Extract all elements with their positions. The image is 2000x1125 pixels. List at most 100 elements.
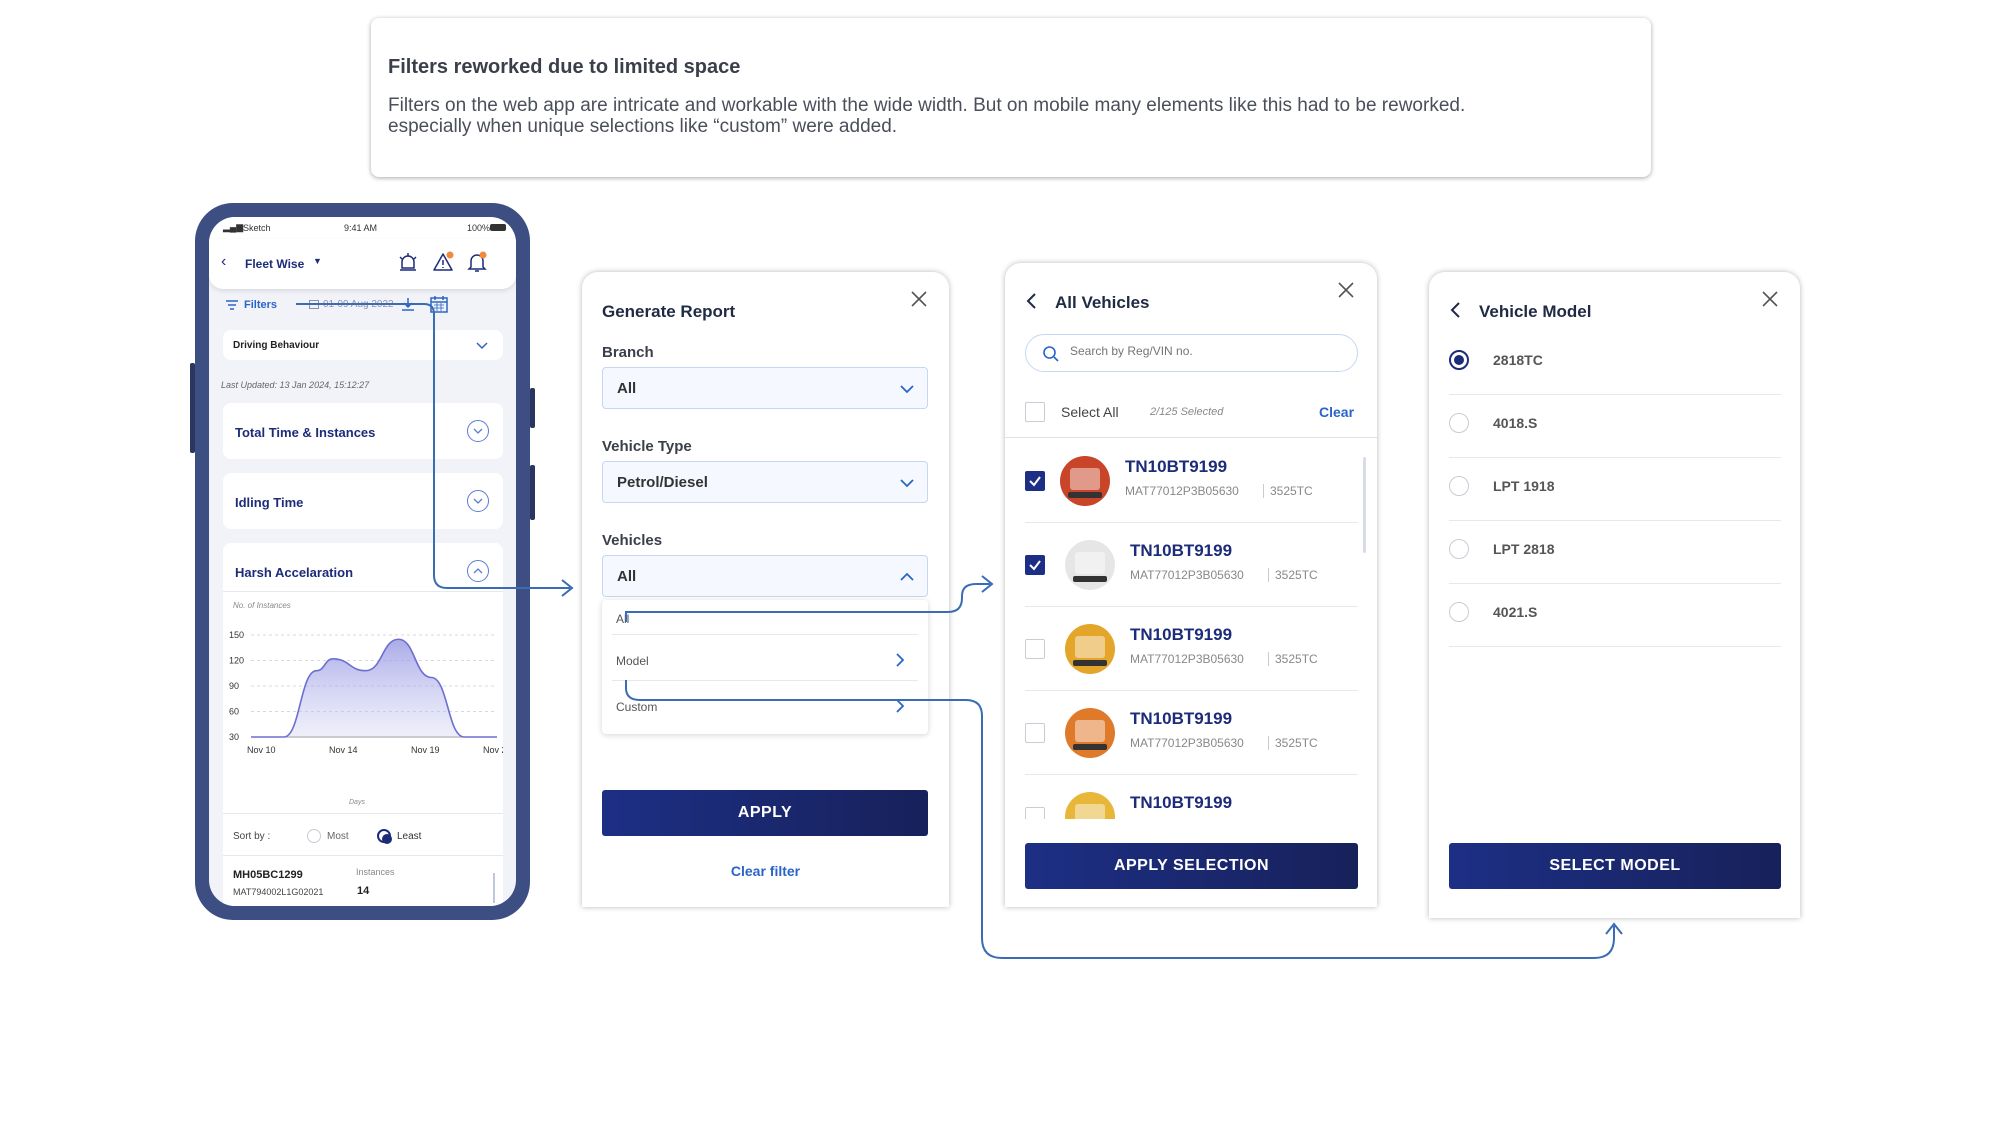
- download-icon[interactable]: [399, 295, 417, 313]
- search-icon: [1043, 346, 1059, 362]
- panel-title: All Vehicles: [1055, 293, 1150, 312]
- report-type-select[interactable]: Driving Behaviour: [223, 330, 503, 360]
- divider: [612, 680, 918, 681]
- vehicle-type-value: Petrol/Diesel: [617, 474, 708, 491]
- search-field[interactable]: [1025, 334, 1358, 372]
- model-radio[interactable]: [1449, 476, 1469, 496]
- branch-value: All: [617, 380, 637, 397]
- back-icon[interactable]: [1449, 300, 1463, 320]
- model-option[interactable]: LPT 1918: [1429, 458, 1800, 521]
- date-range: 01-09 Aug 2022: [323, 299, 394, 310]
- divider: [223, 591, 503, 592]
- clear-button[interactable]: Clear: [1319, 404, 1354, 420]
- vehicle-model: 3525TC: [1263, 484, 1313, 498]
- filter-lines-icon: [226, 300, 238, 310]
- chevron-down-icon: [900, 479, 914, 488]
- branch-select[interactable]: All: [602, 367, 928, 409]
- apply-button[interactable]: APPLY: [602, 790, 928, 836]
- divider: [1449, 646, 1781, 647]
- clear-filter-link[interactable]: Clear filter: [582, 863, 949, 879]
- siren-icon[interactable]: [397, 251, 419, 273]
- model-label: 4018.S: [1493, 415, 1538, 431]
- select-all-checkbox[interactable]: [1025, 402, 1045, 422]
- vehicle-reg: TN10BT9199: [1130, 709, 1233, 728]
- arrowhead: [1605, 922, 1623, 935]
- model-option[interactable]: 2818TC: [1429, 332, 1800, 395]
- app-title-dropdown[interactable]: Fleet Wise: [245, 257, 304, 271]
- model-option[interactable]: 4021.S: [1429, 584, 1800, 647]
- filters-button[interactable]: Filters: [244, 299, 277, 311]
- vehicle-row[interactable]: TN10BT9199 MAT77012P3B05630 3525TC: [1005, 523, 1377, 607]
- sort-label: Sort by :: [233, 831, 271, 842]
- close-icon[interactable]: [1759, 288, 1781, 310]
- vehicle-checkbox[interactable]: [1025, 555, 1045, 575]
- expand-icon[interactable]: [467, 420, 489, 442]
- chevron-right-icon: [896, 699, 905, 713]
- phone-side-button: [190, 363, 195, 453]
- scrollbar[interactable]: [1363, 457, 1366, 553]
- x-tick-label: Nov 10: [247, 745, 276, 755]
- select-model-button[interactable]: SELECT MODEL: [1449, 843, 1781, 889]
- close-icon[interactable]: [908, 288, 930, 310]
- vehicle-vin: MAT77012P3B05630: [1130, 736, 1244, 750]
- vehicle-row[interactable]: TN10BT9199 MAT77012P3B05630 3525TC: [1005, 439, 1377, 523]
- dropdown-option-all[interactable]: All: [616, 612, 629, 626]
- vehicle-type-select[interactable]: Petrol/Diesel: [602, 461, 928, 503]
- instances-label: Instances: [356, 867, 395, 877]
- vehicle-thumbnail: [1065, 708, 1115, 758]
- panel-title: Vehicle Model: [1479, 302, 1592, 321]
- vehicle-model: 3525TC: [1268, 736, 1318, 750]
- vehicle-model: 3525TC: [1268, 652, 1318, 666]
- model-radio[interactable]: [1449, 602, 1469, 622]
- vehicle-vin: MAT77012P3B05630: [1125, 484, 1239, 498]
- y-tick-label: 30: [229, 732, 239, 742]
- signal-icon: ▂▄▆: [223, 222, 244, 232]
- last-updated: Last Updated: 13 Jan 2024, 15:12:27: [221, 380, 370, 390]
- back-icon[interactable]: ‹: [221, 253, 226, 271]
- divider: [223, 855, 503, 856]
- section-idling-time[interactable]: Idling Time: [223, 473, 503, 529]
- expand-icon[interactable]: [467, 490, 489, 512]
- sort-most-radio[interactable]: [307, 829, 321, 843]
- apply-selection-button[interactable]: APPLY SELECTION: [1025, 843, 1358, 889]
- vehicle-reg: MH05BC1299: [233, 869, 303, 881]
- section-total-time[interactable]: Total Time & Instances: [223, 403, 503, 459]
- panel-title: Generate Report: [602, 302, 736, 321]
- model-radio[interactable]: [1449, 413, 1469, 433]
- scrollbar[interactable]: [493, 873, 495, 903]
- model-label: 4021.S: [1493, 604, 1538, 620]
- app-bar: ‹ Fleet Wise ▼: [209, 239, 516, 289]
- vehicle-checkbox[interactable]: [1025, 723, 1045, 743]
- dropdown-option-custom[interactable]: Custom: [616, 700, 657, 714]
- vehicle-thumbnail: [1065, 540, 1115, 590]
- section-label: Total Time & Instances: [235, 425, 376, 440]
- selected-count: 2/125 Selected: [1150, 406, 1224, 418]
- vehicle-row[interactable]: TN10BT9199 MAT77012P3B05630 3525TC: [1005, 607, 1377, 691]
- model-option[interactable]: 4018.S: [1429, 395, 1800, 458]
- calendar-icon[interactable]: [429, 294, 449, 314]
- notification-bell-icon[interactable]: [465, 250, 489, 274]
- vehicle-row[interactable]: TN10BT9199 MAT77012P3B05630 3525TC: [1005, 691, 1377, 775]
- model-radio[interactable]: [1449, 539, 1469, 559]
- section-label: Harsh Accelaration: [235, 565, 354, 580]
- vehicles-select[interactable]: All: [602, 555, 928, 597]
- phone-side-button: [530, 465, 535, 520]
- x-tick-label: Nov 19: [411, 745, 440, 755]
- vehicle-checkbox[interactable]: [1025, 639, 1045, 659]
- warning-icon[interactable]: [431, 250, 455, 274]
- model-radio[interactable]: [1449, 350, 1469, 370]
- phone-side-button: [530, 388, 535, 428]
- sort-least-radio[interactable]: [377, 829, 392, 844]
- close-icon[interactable]: [1335, 279, 1357, 301]
- back-icon[interactable]: [1025, 291, 1039, 311]
- status-time: 9:41 AM: [344, 223, 378, 233]
- search-input[interactable]: [1070, 344, 1340, 358]
- vehicle-checkbox[interactable]: [1025, 471, 1045, 491]
- model-option[interactable]: LPT 2818: [1429, 521, 1800, 584]
- vehicles-value: All: [617, 568, 637, 585]
- collapse-icon[interactable]: [467, 560, 489, 582]
- vehicle-thumbnail: [1065, 624, 1115, 674]
- dropdown-option-model[interactable]: Model: [616, 654, 649, 668]
- chart-ylabel: No. of Instances: [233, 601, 291, 610]
- battery-icon: [490, 224, 506, 231]
